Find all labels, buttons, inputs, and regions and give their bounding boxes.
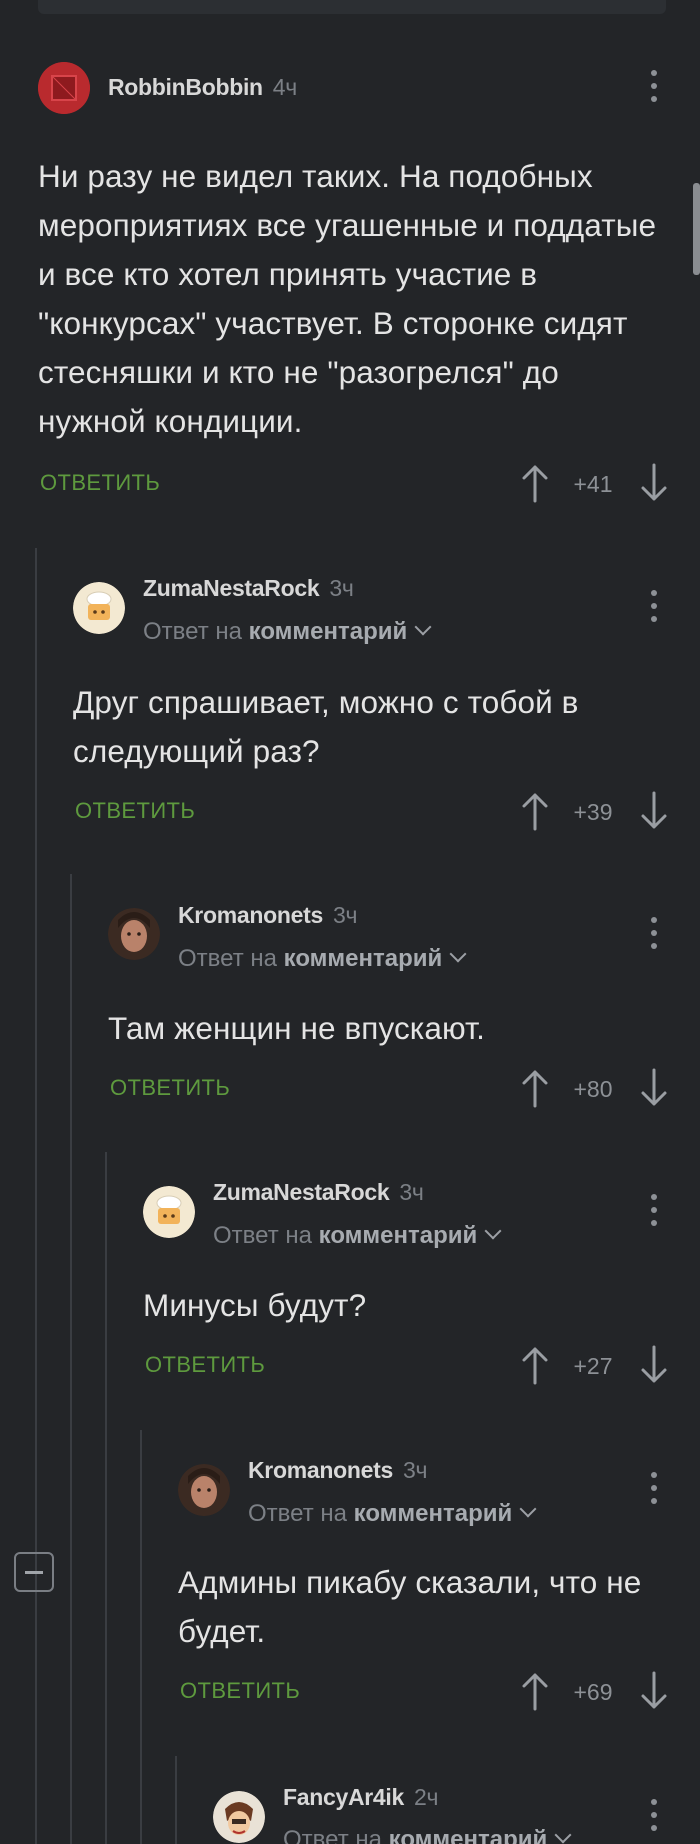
more-options-icon[interactable] xyxy=(639,913,669,953)
downvote-icon[interactable] xyxy=(639,1068,669,1108)
red-square-avatar-icon xyxy=(38,62,90,114)
reply-prefix: Ответ на xyxy=(213,1222,312,1249)
comment-text: Минусы будут? xyxy=(143,1287,367,1323)
author-name[interactable]: RobbinBobbin xyxy=(108,74,263,100)
vote-score: +39 xyxy=(573,799,613,825)
upvote-icon[interactable] xyxy=(520,1671,550,1711)
upvote-icon[interactable] xyxy=(520,791,550,831)
thread-line-level-3[interactable] xyxy=(105,1152,107,1844)
downvote-icon[interactable] xyxy=(639,1671,669,1711)
chef-hat-avatar-icon xyxy=(143,1186,195,1238)
author-name[interactable]: Kromanonets xyxy=(178,902,323,928)
comment-text: Ни разу не видел таких. На подобных меро… xyxy=(38,158,657,439)
more-options-icon[interactable] xyxy=(639,66,669,106)
upvote-icon[interactable] xyxy=(520,1345,550,1385)
scrollbar-thumb[interactable] xyxy=(693,183,700,275)
more-options-icon[interactable] xyxy=(639,1468,669,1508)
chevron-down-icon[interactable] xyxy=(414,618,432,636)
author-name[interactable]: ZumaNestaRock xyxy=(143,575,320,601)
avatar[interactable] xyxy=(38,62,90,114)
avatar[interactable] xyxy=(73,582,125,634)
comment-time: 3ч xyxy=(329,575,354,601)
thread-line-level-2[interactable] xyxy=(70,874,72,1844)
portrait-avatar-icon xyxy=(108,908,160,960)
more-options-icon[interactable] xyxy=(639,586,669,626)
more-options-icon[interactable] xyxy=(639,1190,669,1230)
reply-to-link[interactable]: Ответ на комментарий xyxy=(248,1500,537,1528)
author-name[interactable]: Kromanonets xyxy=(248,1457,393,1483)
reply-to-link[interactable]: Ответ на комментарий xyxy=(213,1222,502,1250)
reply-prefix: Ответ на xyxy=(248,1500,347,1527)
author-name[interactable]: FancyAr4ik xyxy=(283,1784,404,1810)
comment-author[interactable]: FancyAr4ik 2ч xyxy=(283,1784,439,1811)
thread-line-level-5[interactable] xyxy=(175,1756,177,1844)
reply-to-link[interactable]: Ответ на комментарий xyxy=(143,618,432,646)
thread-line-level-1[interactable] xyxy=(35,548,37,1844)
comment-text: Друг спрашивает, можно с тобой в следующ… xyxy=(73,684,579,769)
avatar[interactable] xyxy=(213,1791,265,1843)
comment-author[interactable]: Kromanonets 3ч xyxy=(178,902,357,929)
comment-time: 4ч xyxy=(272,74,297,100)
reply-button[interactable]: ОТВЕТИТЬ xyxy=(145,1352,265,1378)
reply-prefix: Ответ на xyxy=(283,1826,382,1844)
downvote-icon[interactable] xyxy=(639,463,669,503)
reply-target[interactable]: комментарий xyxy=(249,618,408,645)
vote-score: +41 xyxy=(573,471,613,497)
reply-button[interactable]: ОТВЕТИТЬ xyxy=(75,798,195,824)
reply-target[interactable]: комментарий xyxy=(389,1826,548,1844)
comment-text: Там женщин не впускают. xyxy=(108,1010,485,1046)
author-name[interactable]: ZumaNestaRock xyxy=(213,1179,390,1205)
upvote-icon[interactable] xyxy=(520,1068,550,1108)
reply-button[interactable]: ОТВЕТИТЬ xyxy=(180,1678,300,1704)
reply-target[interactable]: комментарий xyxy=(354,1500,513,1527)
chevron-down-icon[interactable] xyxy=(484,1222,502,1240)
vote-score: +80 xyxy=(573,1076,613,1102)
avatar[interactable] xyxy=(108,908,160,960)
chevron-down-icon[interactable] xyxy=(554,1826,572,1844)
reply-button[interactable]: ОТВЕТИТЬ xyxy=(40,470,160,496)
reply-to-link[interactable]: Ответ на комментарий xyxy=(283,1826,572,1844)
chevron-down-icon[interactable] xyxy=(449,945,467,963)
comment-time: 3ч xyxy=(402,1457,428,1483)
upvote-icon[interactable] xyxy=(520,463,550,503)
reply-target[interactable]: комментарий xyxy=(284,945,443,972)
vote-score: +69 xyxy=(573,1679,613,1705)
avatar[interactable] xyxy=(143,1186,195,1238)
reply-prefix: Ответ на xyxy=(178,945,277,972)
collapse-thread-button[interactable] xyxy=(14,1552,54,1592)
avatar[interactable] xyxy=(178,1464,230,1516)
minus-icon xyxy=(25,1571,43,1574)
chevron-down-icon[interactable] xyxy=(519,1500,537,1518)
more-options-icon[interactable] xyxy=(639,1795,669,1835)
reply-target[interactable]: комментарий xyxy=(319,1222,478,1249)
downvote-icon[interactable] xyxy=(639,1345,669,1385)
reply-to-link[interactable]: Ответ на комментарий xyxy=(178,945,467,973)
portrait-avatar-icon xyxy=(178,1464,230,1516)
chef-hat-avatar-icon xyxy=(73,582,125,634)
previous-comment-card xyxy=(38,0,666,14)
reply-prefix: Ответ на xyxy=(143,618,242,645)
comment-author[interactable]: ZumaNestaRock 3ч xyxy=(143,575,354,602)
comment-text: Админы пикабу сказали, что не будет. xyxy=(178,1564,642,1649)
cartoon-avatar-icon xyxy=(213,1791,265,1843)
comment-author[interactable]: RobbinBobbin 4ч xyxy=(108,74,297,101)
comment-author[interactable]: ZumaNestaRock 3ч xyxy=(213,1179,424,1206)
thread-line-level-4[interactable] xyxy=(140,1430,142,1844)
comment-time: 3ч xyxy=(399,1179,424,1205)
comment-author[interactable]: Kromanonets 3ч xyxy=(248,1457,427,1484)
comment-time: 3ч xyxy=(332,902,358,928)
downvote-icon[interactable] xyxy=(639,791,669,831)
comment-time: 2ч xyxy=(414,1784,439,1810)
comments-page: RobbinBobbin 4ч Ни разу не видел таких. Н… xyxy=(0,0,700,1844)
reply-button[interactable]: ОТВЕТИТЬ xyxy=(110,1075,230,1101)
vote-score: +27 xyxy=(573,1353,613,1379)
